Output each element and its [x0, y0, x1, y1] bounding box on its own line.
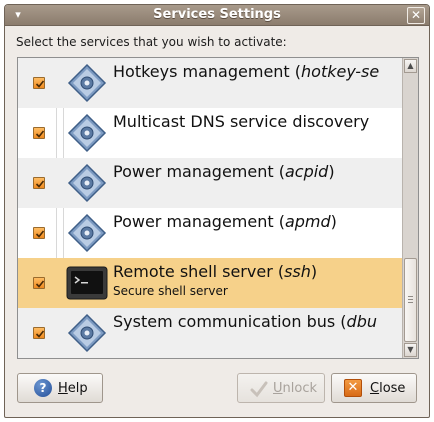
services-settings-window: ▾ Services Settings ✕ Select the service…: [4, 4, 430, 418]
help-button[interactable]: ? Help: [17, 373, 103, 403]
service-gear-icon: [67, 313, 107, 353]
service-name: Remote shell server (ssh): [113, 262, 318, 281]
list-item-dbus[interactable]: System communication bus (dbu: [18, 308, 402, 358]
window-title: Services Settings: [153, 7, 281, 22]
service-name: System communication bus (dbu: [113, 312, 377, 331]
service-checkbox[interactable]: [33, 177, 45, 189]
service-checkbox[interactable]: [33, 127, 45, 139]
service-gear-icon: [67, 63, 107, 103]
list-item-acpid[interactable]: Power management (acpid): [18, 158, 402, 208]
window-close-icon[interactable]: ✕: [407, 7, 425, 24]
service-name: Multicast DNS service discovery: [113, 112, 370, 131]
list-item-mdns[interactable]: Multicast DNS service discovery: [18, 108, 402, 158]
vertical-scrollbar[interactable]: ▲ ▼: [402, 58, 418, 358]
close-button-label: Close: [370, 381, 406, 396]
terminal-icon: [66, 266, 108, 300]
checkmark-icon: [35, 230, 45, 238]
service-checkbox[interactable]: [33, 77, 45, 89]
scrollbar-thumb[interactable]: [404, 258, 417, 342]
unlock-check-icon: [250, 381, 268, 398]
scroll-up-icon[interactable]: ▲: [404, 59, 417, 73]
instruction-label: Select the services that you wish to act…: [16, 35, 287, 49]
services-rows: Hotkeys management (hotkey-se Multicast …: [18, 58, 402, 358]
grip-line: [408, 296, 413, 297]
service-gear-icon: [67, 113, 107, 153]
service-checkbox[interactable]: [33, 327, 45, 339]
services-list: Hotkeys management (hotkey-se Multicast …: [17, 57, 419, 359]
checkmark-icon: [35, 180, 45, 188]
service-description: Secure shell server: [113, 284, 228, 298]
title-bar[interactable]: ▾ Services Settings ✕: [5, 5, 429, 26]
checkmark-icon: [35, 130, 45, 138]
scroll-down-icon[interactable]: ▼: [404, 343, 417, 357]
checkmark-icon: [35, 330, 45, 338]
service-name: Power management (apmd): [113, 212, 337, 231]
checkmark-icon: [35, 280, 45, 288]
list-item-ssh[interactable]: Remote shell server (ssh) Secure shell s…: [18, 258, 402, 308]
unlock-button[interactable]: Unlock: [237, 373, 325, 403]
grip-line: [408, 302, 413, 303]
service-checkbox[interactable]: [33, 227, 45, 239]
close-icon: ✕: [344, 379, 362, 397]
list-item-hotkeys[interactable]: Hotkeys management (hotkey-se: [18, 58, 402, 108]
service-checkbox[interactable]: [33, 277, 45, 289]
help-icon: ?: [34, 379, 52, 397]
checkmark-icon: [35, 80, 45, 88]
list-item-apmd[interactable]: Power management (apmd): [18, 208, 402, 258]
grip-line: [408, 299, 413, 300]
close-button[interactable]: ✕ Close: [331, 373, 417, 403]
service-name: Hotkeys management (hotkey-se: [113, 62, 380, 81]
service-gear-icon: [67, 213, 107, 253]
unlock-button-label: Unlock: [273, 381, 317, 396]
service-gear-icon: [67, 163, 107, 203]
help-button-label: Help: [58, 381, 88, 396]
service-name: Power management (acpid): [113, 162, 335, 181]
